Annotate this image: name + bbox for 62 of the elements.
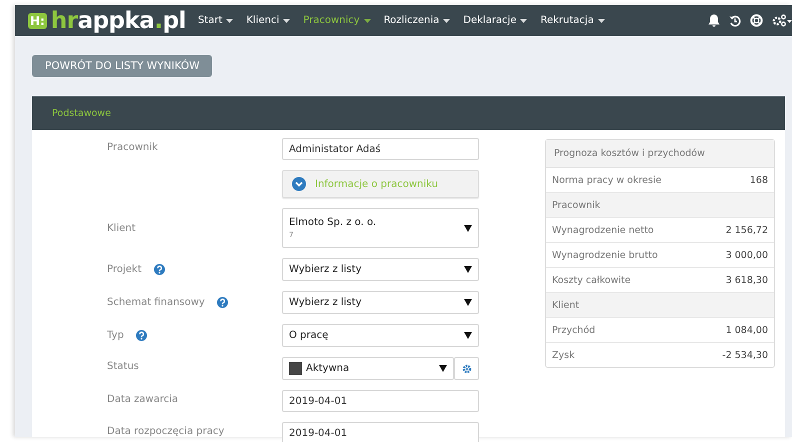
text-field[interactable]: 2019-04-01 [282,390,479,412]
menu-item[interactable]: Start [198,15,234,26]
menu-item[interactable]: Rozliczenia [384,15,450,26]
dropdown-caret-icon [464,266,472,273]
chevron-down-circle-icon [292,177,306,191]
table-cell: Koszty całkowite [552,274,631,286]
select-value: Elmoto Sp. z o. o. [289,217,376,228]
section-heading: Pracownik [552,200,600,210]
menu-item[interactable]: Pracownicy [303,15,371,26]
logo-badge: H: [28,12,47,28]
field-label: Typ [107,330,124,341]
dropdown-caret-icon [464,299,472,306]
table-cell: -2 534,30 [722,350,768,360]
field-label: Klient [107,222,136,234]
settings-icon[interactable] [772,14,792,27]
select-field[interactable]: Wybierz z listy [282,291,479,314]
table-cell: Przychód [552,324,596,336]
menu-item[interactable]: Deklaracje [463,15,528,26]
table-cell: 168 [750,174,768,186]
caret-icon [520,18,528,22]
table-cell: Wynagrodzenie brutto [552,250,658,260]
select-value: O pracę [289,330,328,341]
field-label: Projekt [107,264,142,275]
settings-icon [462,364,472,374]
text-field[interactable]: Administator Adaś [282,138,479,160]
select-field[interactable]: Wybierz z listy [282,258,479,281]
field-label: Status [107,361,139,372]
settings-button[interactable] [454,357,479,380]
table-header: Prognoza kosztów i przychodów [546,140,774,168]
caret-icon [443,18,450,22]
status-select[interactable]: Aktywna [282,357,454,380]
field-label: Pracownik [107,142,158,153]
select-value: Wybierz z listy [289,297,362,308]
table-cell: 3 000,00 [726,250,768,260]
section-heading: Klient [552,300,580,310]
dropdown-caret-icon [464,224,472,232]
logo-text[interactable]: hrappka.pl [50,8,186,34]
table-cell: 1 084,00 [726,324,768,336]
table-cell: 2 156,72 [726,224,768,236]
field-label: Schemat finansowy [107,297,205,308]
caret-icon [364,18,371,22]
table-cell: Norma pracy w okresie [552,174,662,186]
table-cell: Zysk [552,350,575,360]
text-field[interactable]: 2019-04-01 [282,422,479,442]
dropdown-caret-icon [439,365,447,372]
field-label: Data rozpoczęcia pracy [107,426,224,437]
select-value: Aktywna [306,363,350,374]
caret-icon [283,18,290,22]
menu-item[interactable]: Rekrutacja [540,15,605,26]
select-value: Wybierz z listy [289,264,362,275]
table-cell: Wynagrodzenie netto [552,224,654,236]
caret-icon [598,18,605,22]
lifebuoy-icon[interactable] [750,14,763,27]
caret-icon [226,18,234,22]
bell-icon[interactable] [708,14,720,27]
table-cell: 3 618,30 [726,274,768,286]
dropdown-caret-icon [464,332,472,339]
tab[interactable]: Podstawowe [52,108,111,119]
select-field[interactable]: O pracę [282,324,479,347]
menu-item[interactable]: Klienci [246,15,290,26]
field-label: Data zawarcia [107,394,178,405]
history-icon[interactable] [729,14,741,26]
